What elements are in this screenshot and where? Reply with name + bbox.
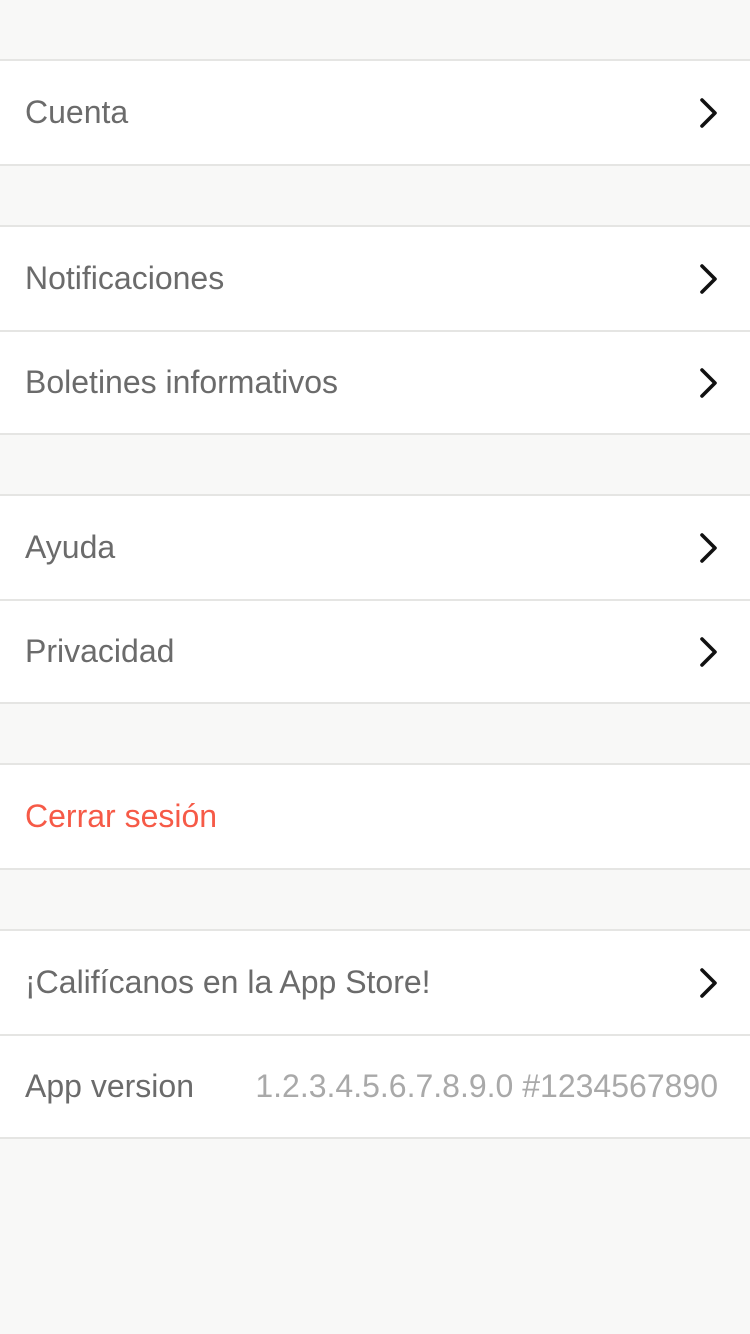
help-row[interactable]: Ayuda: [0, 496, 750, 599]
app-version-label: App version: [25, 1068, 194, 1104]
help-label: Ayuda: [25, 529, 116, 565]
newsletters-label: Boletines informativos: [25, 364, 339, 400]
app-version-value: 1.2.3.4.5.6.7.8.9.0 #1234567890: [255, 1068, 718, 1104]
rate-app-label: ¡Califícanos en la App Store!: [25, 964, 431, 1000]
logout-button[interactable]: Cerrar sesión: [0, 765, 750, 868]
chevron-right-icon: [700, 263, 717, 294]
notifications-group: Notificaciones Boletines informativos: [0, 225, 750, 435]
chevron-right-icon: [700, 636, 717, 667]
chevron-right-icon: [700, 367, 717, 398]
chevron-right-icon: [700, 532, 717, 563]
settings-screen: Cuenta Notificaciones Boletines informat…: [0, 0, 750, 1334]
privacy-row[interactable]: Privacidad: [0, 599, 750, 702]
app-version-row: App version 1.2.3.4.5.6.7.8.9.0 #1234567…: [0, 1034, 750, 1137]
logout-group: Cerrar sesión: [0, 763, 750, 870]
notifications-row[interactable]: Notificaciones: [0, 227, 750, 330]
notifications-label: Notificaciones: [25, 260, 225, 296]
newsletters-row[interactable]: Boletines informativos: [0, 330, 750, 433]
chevron-right-icon: [700, 97, 717, 128]
account-group: Cuenta: [0, 59, 750, 166]
chevron-right-icon: [700, 967, 717, 998]
privacy-label: Privacidad: [25, 633, 175, 669]
logout-label: Cerrar sesión: [25, 798, 218, 834]
account-row[interactable]: Cuenta: [0, 61, 750, 164]
account-label: Cuenta: [25, 94, 129, 130]
about-group: ¡Califícanos en la App Store! App versio…: [0, 929, 750, 1139]
support-group: Ayuda Privacidad: [0, 494, 750, 704]
rate-app-row[interactable]: ¡Califícanos en la App Store!: [0, 931, 750, 1034]
